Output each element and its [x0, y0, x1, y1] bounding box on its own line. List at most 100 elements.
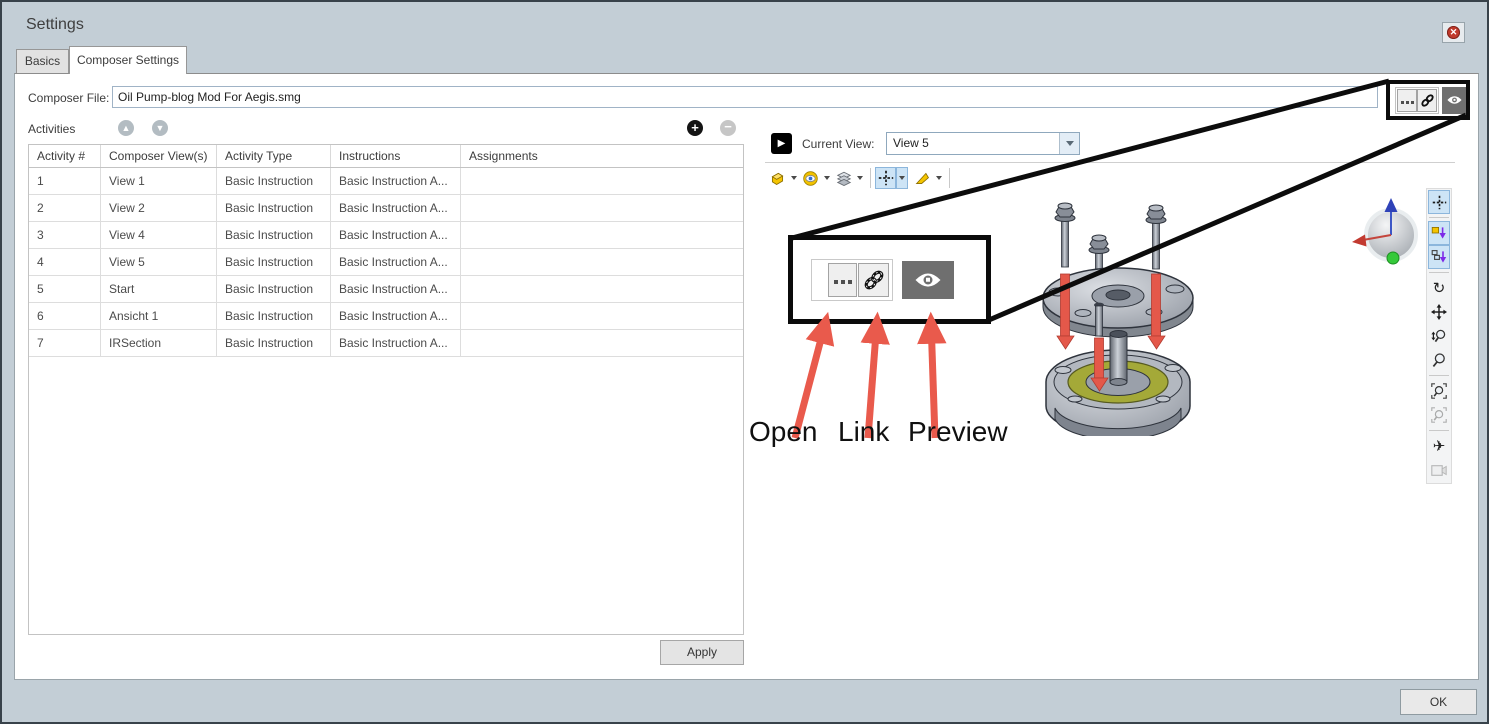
- toolbar-divider: [765, 162, 1455, 163]
- layers-icon: [835, 170, 853, 186]
- fly-through-button[interactable]: ✈: [1428, 434, 1450, 458]
- cell-activity-num: 4: [29, 249, 101, 275]
- link-file-button-magnified[interactable]: [858, 263, 889, 297]
- move-mode-button[interactable]: [1428, 190, 1450, 214]
- caret-down-icon: [791, 176, 797, 180]
- table-row[interactable]: 2 View 2 Basic Instruction Basic Instruc…: [29, 195, 743, 222]
- zoom-area-button[interactable]: [1428, 348, 1450, 372]
- z-axis-arrow-icon: [1385, 198, 1398, 212]
- fit-magnifier-icon: [1431, 383, 1447, 399]
- camera-tool-strip: ↻: [1426, 188, 1452, 484]
- cell-instructions: Basic Instruction A...: [331, 195, 461, 221]
- composer-settings-panel: Composer File:: [14, 73, 1479, 680]
- settings-dialog: Settings ✕ Basics Composer Settings Comp…: [0, 0, 1489, 724]
- chain-icon: [863, 269, 885, 291]
- preview-button[interactable]: [1442, 87, 1466, 114]
- open-file-button-magnified[interactable]: [828, 263, 857, 297]
- highlight-tool-caret[interactable]: [933, 167, 945, 189]
- open-file-button[interactable]: [1397, 89, 1417, 112]
- fit-view-button[interactable]: [1428, 379, 1450, 403]
- orbit-button[interactable]: ↻: [1428, 276, 1450, 300]
- section-button[interactable]: [833, 167, 854, 189]
- close-icon: ✕: [1447, 26, 1460, 39]
- table-row[interactable]: 6 Ansicht 1 Basic Instruction Basic Inst…: [29, 303, 743, 330]
- caret-down-icon: [824, 176, 830, 180]
- close-button[interactable]: ✕: [1442, 22, 1465, 43]
- preview-button-magnified[interactable]: [902, 261, 954, 299]
- camera-button[interactable]: [1428, 458, 1450, 482]
- tab-basics[interactable]: Basics: [16, 49, 69, 74]
- cell-composer-view: View 5: [101, 249, 217, 275]
- dots-icon: [832, 273, 853, 287]
- magnified-callout-box: [788, 235, 991, 324]
- cell-activity-num: 3: [29, 222, 101, 248]
- file-buttons-callout-box: [1386, 80, 1470, 120]
- table-row[interactable]: 1 View 1 Basic Instruction Basic Instruc…: [29, 168, 743, 195]
- move-up-button[interactable]: ▲: [118, 120, 134, 136]
- bolt-2-lower-shaft: [1096, 306, 1103, 336]
- table-row[interactable]: 3 View 4 Basic Instruction Basic Instruc…: [29, 222, 743, 249]
- link-file-button[interactable]: [1417, 89, 1437, 112]
- airplane-icon: ✈: [1433, 437, 1446, 455]
- eye-ball-icon: [802, 170, 819, 187]
- cell-activity-type: Basic Instruction: [217, 330, 331, 356]
- bolt-3: [1146, 205, 1166, 269]
- move-tool-caret[interactable]: [896, 167, 908, 189]
- orientation-navball[interactable]: [1351, 196, 1429, 274]
- table-header: Activity # Composer View(s) Activity Typ…: [29, 145, 743, 168]
- oil-pump-3d-model[interactable]: [1023, 186, 1218, 436]
- cell-assignments: [461, 303, 743, 329]
- crosshair-icon: [1432, 195, 1447, 210]
- table-row[interactable]: 5 Start Basic Instruction Basic Instruct…: [29, 276, 743, 303]
- composer-file-input[interactable]: [112, 86, 1378, 108]
- render-mode-button[interactable]: [767, 167, 788, 189]
- fit-selection-button[interactable]: [1428, 403, 1450, 427]
- ok-button[interactable]: OK: [1400, 689, 1477, 715]
- remove-activity-button[interactable]: −: [720, 120, 736, 136]
- strip-separator: [1429, 430, 1449, 431]
- cell-assignments: [461, 330, 743, 356]
- cell-composer-view: View 1: [101, 168, 217, 194]
- current-view-value: View 5: [887, 133, 1059, 154]
- strip-separator: [1429, 272, 1449, 273]
- drop-part-button[interactable]: [1428, 221, 1450, 245]
- tab-composer-settings[interactable]: Composer Settings: [69, 46, 187, 74]
- cell-instructions: Basic Instruction A...: [331, 222, 461, 248]
- col-instructions: Instructions: [331, 145, 461, 167]
- cell-activity-num: 5: [29, 276, 101, 302]
- chevron-down-icon: [1066, 141, 1074, 146]
- combo-arrow-button[interactable]: [1059, 133, 1079, 154]
- strip-separator: [1429, 375, 1449, 376]
- cell-instructions: Basic Instruction A...: [331, 168, 461, 194]
- cell-assignments: [461, 195, 743, 221]
- move-down-button[interactable]: ▼: [152, 120, 168, 136]
- pan-button[interactable]: [1428, 300, 1450, 324]
- highlight-tool-button[interactable]: [912, 167, 933, 189]
- play-button[interactable]: ▶: [771, 133, 792, 154]
- cell-composer-view: View 4: [101, 222, 217, 248]
- cell-activity-num: 2: [29, 195, 101, 221]
- toolbar-separator: [949, 168, 950, 188]
- table-row[interactable]: 7 IRSection Basic Instruction Basic Inst…: [29, 330, 743, 357]
- orbit-icon: ↻: [1433, 279, 1446, 297]
- visibility-caret[interactable]: [821, 167, 833, 189]
- table-row[interactable]: 4 View 5 Basic Instruction Basic Instruc…: [29, 249, 743, 276]
- add-activity-button[interactable]: +: [687, 120, 703, 136]
- apply-button[interactable]: Apply: [660, 640, 744, 665]
- cell-activity-type: Basic Instruction: [217, 195, 331, 221]
- zoom-button[interactable]: [1428, 324, 1450, 348]
- col-activity-type: Activity Type: [217, 145, 331, 167]
- x-axis-arrow-icon: [1352, 235, 1367, 247]
- section-caret[interactable]: [854, 167, 866, 189]
- zoom-magnifier-icon: [1431, 328, 1447, 344]
- strip-separator: [1429, 217, 1449, 218]
- preview-annotation-label: Preview: [908, 416, 1008, 448]
- drop-selection-button[interactable]: [1428, 245, 1450, 269]
- move-tool-button[interactable]: [875, 167, 896, 189]
- current-view-select[interactable]: View 5: [886, 132, 1080, 155]
- play-icon: ▶: [778, 138, 786, 149]
- render-mode-caret[interactable]: [788, 167, 800, 189]
- visibility-button[interactable]: [800, 167, 821, 189]
- cell-activity-type: Basic Instruction: [217, 303, 331, 329]
- cube-drop-arrow-icon: [1431, 225, 1447, 241]
